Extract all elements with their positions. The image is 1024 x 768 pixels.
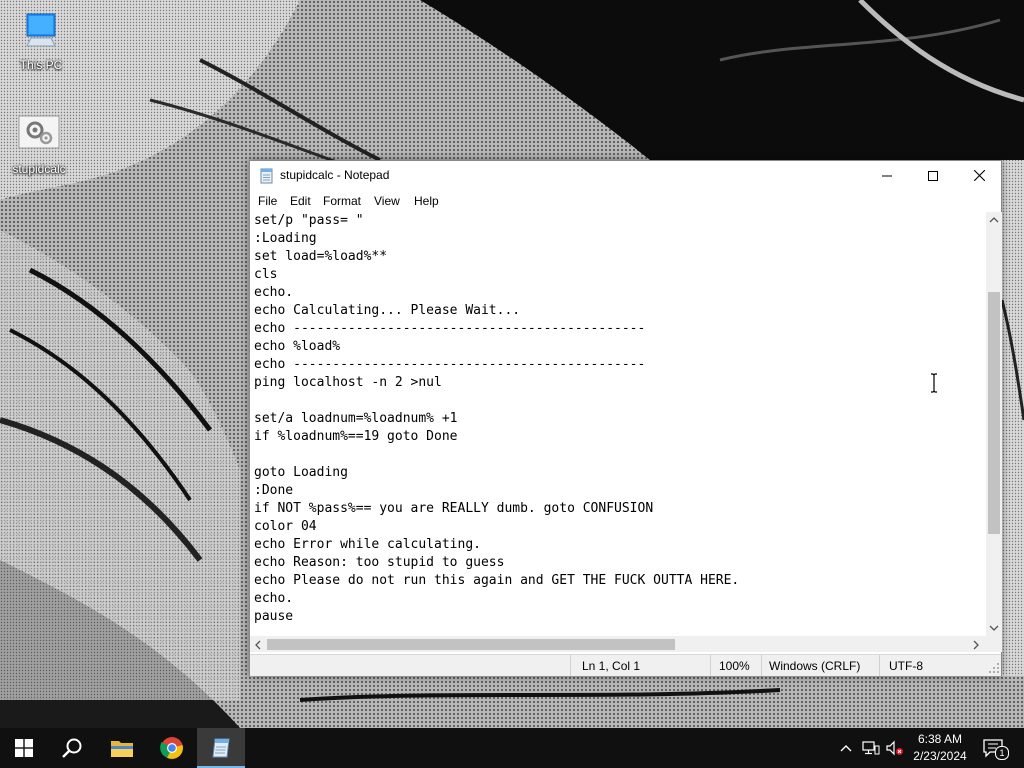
editor-line: echo Error while calculating. <box>254 537 481 552</box>
scroll-up-icon[interactable] <box>989 216 999 224</box>
volume-muted-icon <box>886 740 903 756</box>
close-button[interactable] <box>956 161 1002 190</box>
scroll-down-icon[interactable] <box>989 624 999 632</box>
status-encoding: UTF-8 <box>889 659 923 673</box>
title-bar[interactable]: stupidcalc - Notepad <box>250 161 1001 190</box>
editor-line: echo Reason: too stupid to guess <box>254 555 505 570</box>
desktop-icon-label: This PC <box>19 58 63 72</box>
menu-format[interactable]: Format <box>323 194 361 208</box>
editor-line: :Done <box>254 483 294 498</box>
minimize-button[interactable] <box>864 161 910 190</box>
editor-line: echo Please do not run this again and GE… <box>254 573 740 588</box>
close-icon <box>973 170 985 181</box>
this-pc-icon <box>26 13 56 47</box>
editor-line: echo %load% <box>254 339 341 354</box>
editor-line: color 04 <box>254 519 317 534</box>
editor-line: ping localhost -n 2 >nul <box>254 375 442 390</box>
editor-line: if NOT %pass%== you are REALLY dumb. got… <box>254 501 654 516</box>
start-button[interactable] <box>0 728 48 768</box>
batch-file-icon <box>18 115 60 149</box>
editor-line: if %loadnum%==19 goto Done <box>254 429 458 444</box>
minimize-icon <box>882 175 892 176</box>
editor-line: echo. <box>254 285 294 300</box>
vertical-scrollbar[interactable] <box>986 212 1002 636</box>
file-explorer-icon <box>111 741 133 757</box>
status-position: Ln 1, Col 1 <box>582 659 641 673</box>
notification-count-badge: 1 <box>995 746 1009 760</box>
clock[interactable]: 6:38 AM 2/23/2024 <box>905 731 975 765</box>
text-editor[interactable]: set/p "pass= " :Loading set load=%load%** c… <box>250 212 986 636</box>
menu-view[interactable]: View <box>374 194 400 208</box>
status-separator <box>761 655 762 676</box>
status-bar: Ln 1, Col 1 100% Windows (CRLF) UTF-8 <box>250 654 1001 676</box>
taskbar-chrome[interactable] <box>148 728 196 768</box>
status-separator <box>570 655 571 676</box>
editor-line: pause <box>254 609 294 624</box>
status-separator <box>710 655 711 676</box>
scroll-right-icon[interactable] <box>972 640 980 650</box>
taskbar: 6:38 AM 2/23/2024 1 <box>0 728 1024 768</box>
scrollbar-corner <box>986 636 1002 652</box>
clock-time: 6:38 AM <box>917 732 963 746</box>
resize-grip-icon[interactable] <box>989 663 1000 674</box>
scroll-left-icon[interactable] <box>254 640 262 650</box>
taskbar-file-explorer[interactable] <box>98 728 146 768</box>
chevron-up-icon <box>840 745 852 752</box>
editor-line: set/p "pass= " <box>254 213 364 228</box>
show-hidden-icons-button[interactable] <box>838 738 854 758</box>
chrome-icon <box>160 737 183 759</box>
notification-center-button[interactable]: 1 <box>982 736 1009 760</box>
window-title: stupidcalc - Notepad <box>280 168 390 182</box>
editor-line: :Loading <box>254 231 317 246</box>
desktop-icon-this-pc[interactable]: This PC <box>3 8 79 72</box>
network-icon <box>862 741 880 755</box>
search-icon <box>62 738 82 758</box>
editor-line: goto Loading <box>254 465 348 480</box>
editor-line: echo -----------------------------------… <box>254 321 646 336</box>
status-separator <box>879 655 880 676</box>
notepad-icon <box>260 168 273 184</box>
search-button[interactable] <box>48 728 96 768</box>
network-tray-button[interactable] <box>861 738 881 758</box>
menu-help[interactable]: Help <box>414 194 439 208</box>
text-cursor-icon <box>931 373 937 393</box>
vertical-scroll-thumb[interactable] <box>988 292 1000 534</box>
horizontal-scrollbar[interactable] <box>250 636 986 652</box>
editor-line: echo. <box>254 591 294 606</box>
editor-line: set load=%load%** <box>254 249 388 264</box>
menu-edit[interactable]: Edit <box>290 194 311 208</box>
status-zoom: 100% <box>719 659 750 673</box>
editor-line: echo -----------------------------------… <box>254 357 646 372</box>
desktop-icon-stupidcalc[interactable]: stupidcalc <box>1 112 77 176</box>
start-icon <box>15 739 33 757</box>
editor-text[interactable]: set/p "pass= " :Loading set load=%load%** c… <box>250 212 986 626</box>
horizontal-scroll-thumb[interactable] <box>267 639 675 650</box>
status-line-ending: Windows (CRLF) <box>769 659 861 673</box>
notepad-icon <box>212 738 230 758</box>
editor-line: echo Calculating... Please Wait... <box>254 303 521 318</box>
menu-bar: File Edit Format View Help <box>250 191 1001 211</box>
desktop-icon-label: stupidcalc <box>12 162 66 176</box>
menu-file[interactable]: File <box>258 194 277 208</box>
taskbar-notepad[interactable] <box>197 728 245 768</box>
editor-line: cls <box>254 267 278 282</box>
editor-line: set/a loadnum=%loadnum% +1 <box>254 411 458 426</box>
notepad-window: stupidcalc - Notepad File Edit Format Vi… <box>249 160 1002 676</box>
maximize-button[interactable] <box>910 161 956 190</box>
volume-tray-button[interactable] <box>885 738 905 758</box>
maximize-icon <box>928 170 938 181</box>
clock-date: 2/23/2024 <box>913 749 967 763</box>
